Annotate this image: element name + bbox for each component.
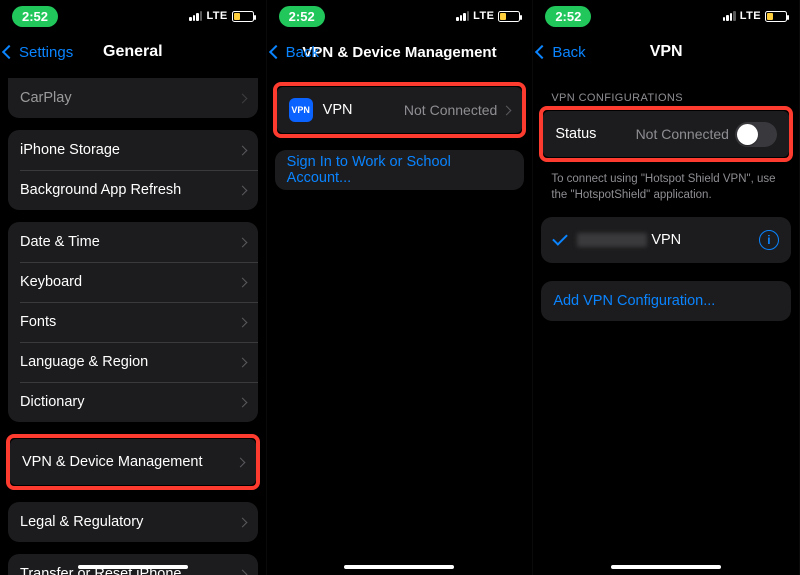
checkmark-icon <box>553 230 569 246</box>
row-date-time[interactable]: Date & Time <box>8 222 258 262</box>
page-title: VPN <box>650 43 683 61</box>
back-button[interactable]: Settings <box>4 32 73 72</box>
chevron-right-icon <box>237 145 247 155</box>
chevron-right-icon <box>502 105 512 115</box>
back-button[interactable]: Back <box>271 32 319 72</box>
home-indicator[interactable] <box>611 565 721 570</box>
home-indicator[interactable] <box>344 565 454 570</box>
row-label: Background App Refresh <box>20 182 181 198</box>
row-label: Legal & Regulatory <box>20 514 143 530</box>
status-bar: 2:52 LTE <box>267 0 533 32</box>
vpn-status-value: Not Connected <box>404 102 497 118</box>
time-pill[interactable]: 2:52 <box>545 6 591 27</box>
row-language-region[interactable]: Language & Region <box>8 342 258 382</box>
row-label: Sign In to Work or School Account... <box>287 154 513 186</box>
row-dictionary[interactable]: Dictionary <box>8 382 258 422</box>
content: CarPlay iPhone Storage Background App Re… <box>0 62 266 575</box>
vpn-status-toggle[interactable] <box>735 122 777 147</box>
chevron-right-icon <box>237 357 247 367</box>
battery-icon <box>498 11 520 22</box>
status-value: Not Connected <box>636 126 729 142</box>
row-label: CarPlay <box>20 90 72 106</box>
row-keyboard[interactable]: Keyboard <box>8 262 258 302</box>
row-label: Add VPN Configuration... <box>553 293 715 309</box>
status-bar: 2:52 LTE <box>533 0 799 32</box>
row-fonts[interactable]: Fonts <box>8 302 258 342</box>
row-vpn-device-management[interactable]: VPN & Device Management <box>10 439 256 485</box>
network-label: LTE <box>740 10 761 22</box>
row-label: Dictionary <box>20 394 84 410</box>
chevron-right-icon <box>237 517 247 527</box>
back-label: Back <box>286 44 319 61</box>
back-label: Back <box>552 44 585 61</box>
time-pill[interactable]: 2:52 <box>12 6 58 27</box>
page-title: General <box>103 43 163 61</box>
highlight-vpn-row: VPN VPN Not Connected <box>273 82 527 138</box>
content: VPN CONFIGURATIONS Status Not Connected … <box>533 72 799 575</box>
redacted-text <box>577 233 647 247</box>
chevron-right-icon <box>237 277 247 287</box>
chevron-right-icon <box>237 397 247 407</box>
screen-vpn-device-management: 2:52 LTE Back VPN & Device Management VP… <box>267 0 534 575</box>
config-name: VPN <box>577 232 681 248</box>
screen-general: 2:52 LTE Settings General CarPlay iPhone… <box>0 0 267 575</box>
info-icon[interactable]: i <box>759 230 779 250</box>
row-label: Keyboard <box>20 274 82 290</box>
row-background-app-refresh[interactable]: Background App Refresh <box>8 170 258 210</box>
status-label: Status <box>555 126 596 142</box>
row-legal-regulatory[interactable]: Legal & Regulatory <box>8 502 258 542</box>
hint-text: To connect using "Hotspot Shield VPN", u… <box>533 168 799 207</box>
row-label: Fonts <box>20 314 56 330</box>
home-indicator[interactable] <box>78 565 188 570</box>
row-vpn-status: Status Not Connected <box>543 111 789 157</box>
row-iphone-storage[interactable]: iPhone Storage <box>8 130 258 170</box>
status-bar: 2:52 LTE <box>0 0 266 32</box>
content: VPN VPN Not Connected Sign In to Work or… <box>267 72 533 575</box>
highlight-vpn-device-management: VPN & Device Management <box>6 434 260 490</box>
row-label: Language & Region <box>20 354 148 370</box>
chevron-right-icon <box>237 185 247 195</box>
back-label: Settings <box>19 44 73 61</box>
nav-bar: Settings General <box>0 32 266 72</box>
row-label: VPN & Device Management <box>22 454 203 470</box>
signal-bars-icon <box>456 11 469 21</box>
section-header-vpn-configs: VPN CONFIGURATIONS <box>533 92 799 104</box>
time-pill[interactable]: 2:52 <box>279 6 325 27</box>
row-vpn[interactable]: VPN VPN Not Connected <box>277 87 523 133</box>
nav-bar: Back VPN & Device Management <box>267 32 533 72</box>
signal-bars-icon <box>189 11 202 21</box>
battery-icon <box>232 11 254 22</box>
signal-bars-icon <box>723 11 736 21</box>
chevron-left-icon <box>269 45 283 59</box>
row-add-vpn-config[interactable]: Add VPN Configuration... <box>541 281 791 321</box>
chevron-right-icon <box>237 317 247 327</box>
chevron-left-icon <box>2 45 16 59</box>
screen-vpn: 2:52 LTE Back VPN VPN CONFIGURATIONS Sta… <box>533 0 800 575</box>
chevron-right-icon <box>237 569 247 575</box>
battery-icon <box>765 11 787 22</box>
row-vpn-config-item[interactable]: VPN i <box>541 217 791 263</box>
network-label: LTE <box>473 10 494 22</box>
page-title: VPN & Device Management <box>302 44 496 61</box>
row-sign-in-work-school[interactable]: Sign In to Work or School Account... <box>275 150 525 190</box>
chevron-right-icon <box>237 237 247 247</box>
highlight-status-row: Status Not Connected <box>539 106 793 162</box>
chevron-right-icon <box>235 457 245 467</box>
chevron-left-icon <box>535 45 549 59</box>
row-label: iPhone Storage <box>20 142 120 158</box>
row-carplay[interactable]: CarPlay <box>8 78 258 118</box>
vpn-app-icon: VPN <box>289 98 313 122</box>
row-label: Date & Time <box>20 234 100 250</box>
chevron-right-icon <box>237 93 247 103</box>
back-button[interactable]: Back <box>537 32 585 72</box>
row-label: VPN <box>323 102 353 118</box>
network-label: LTE <box>206 10 227 22</box>
nav-bar: Back VPN <box>533 32 799 72</box>
